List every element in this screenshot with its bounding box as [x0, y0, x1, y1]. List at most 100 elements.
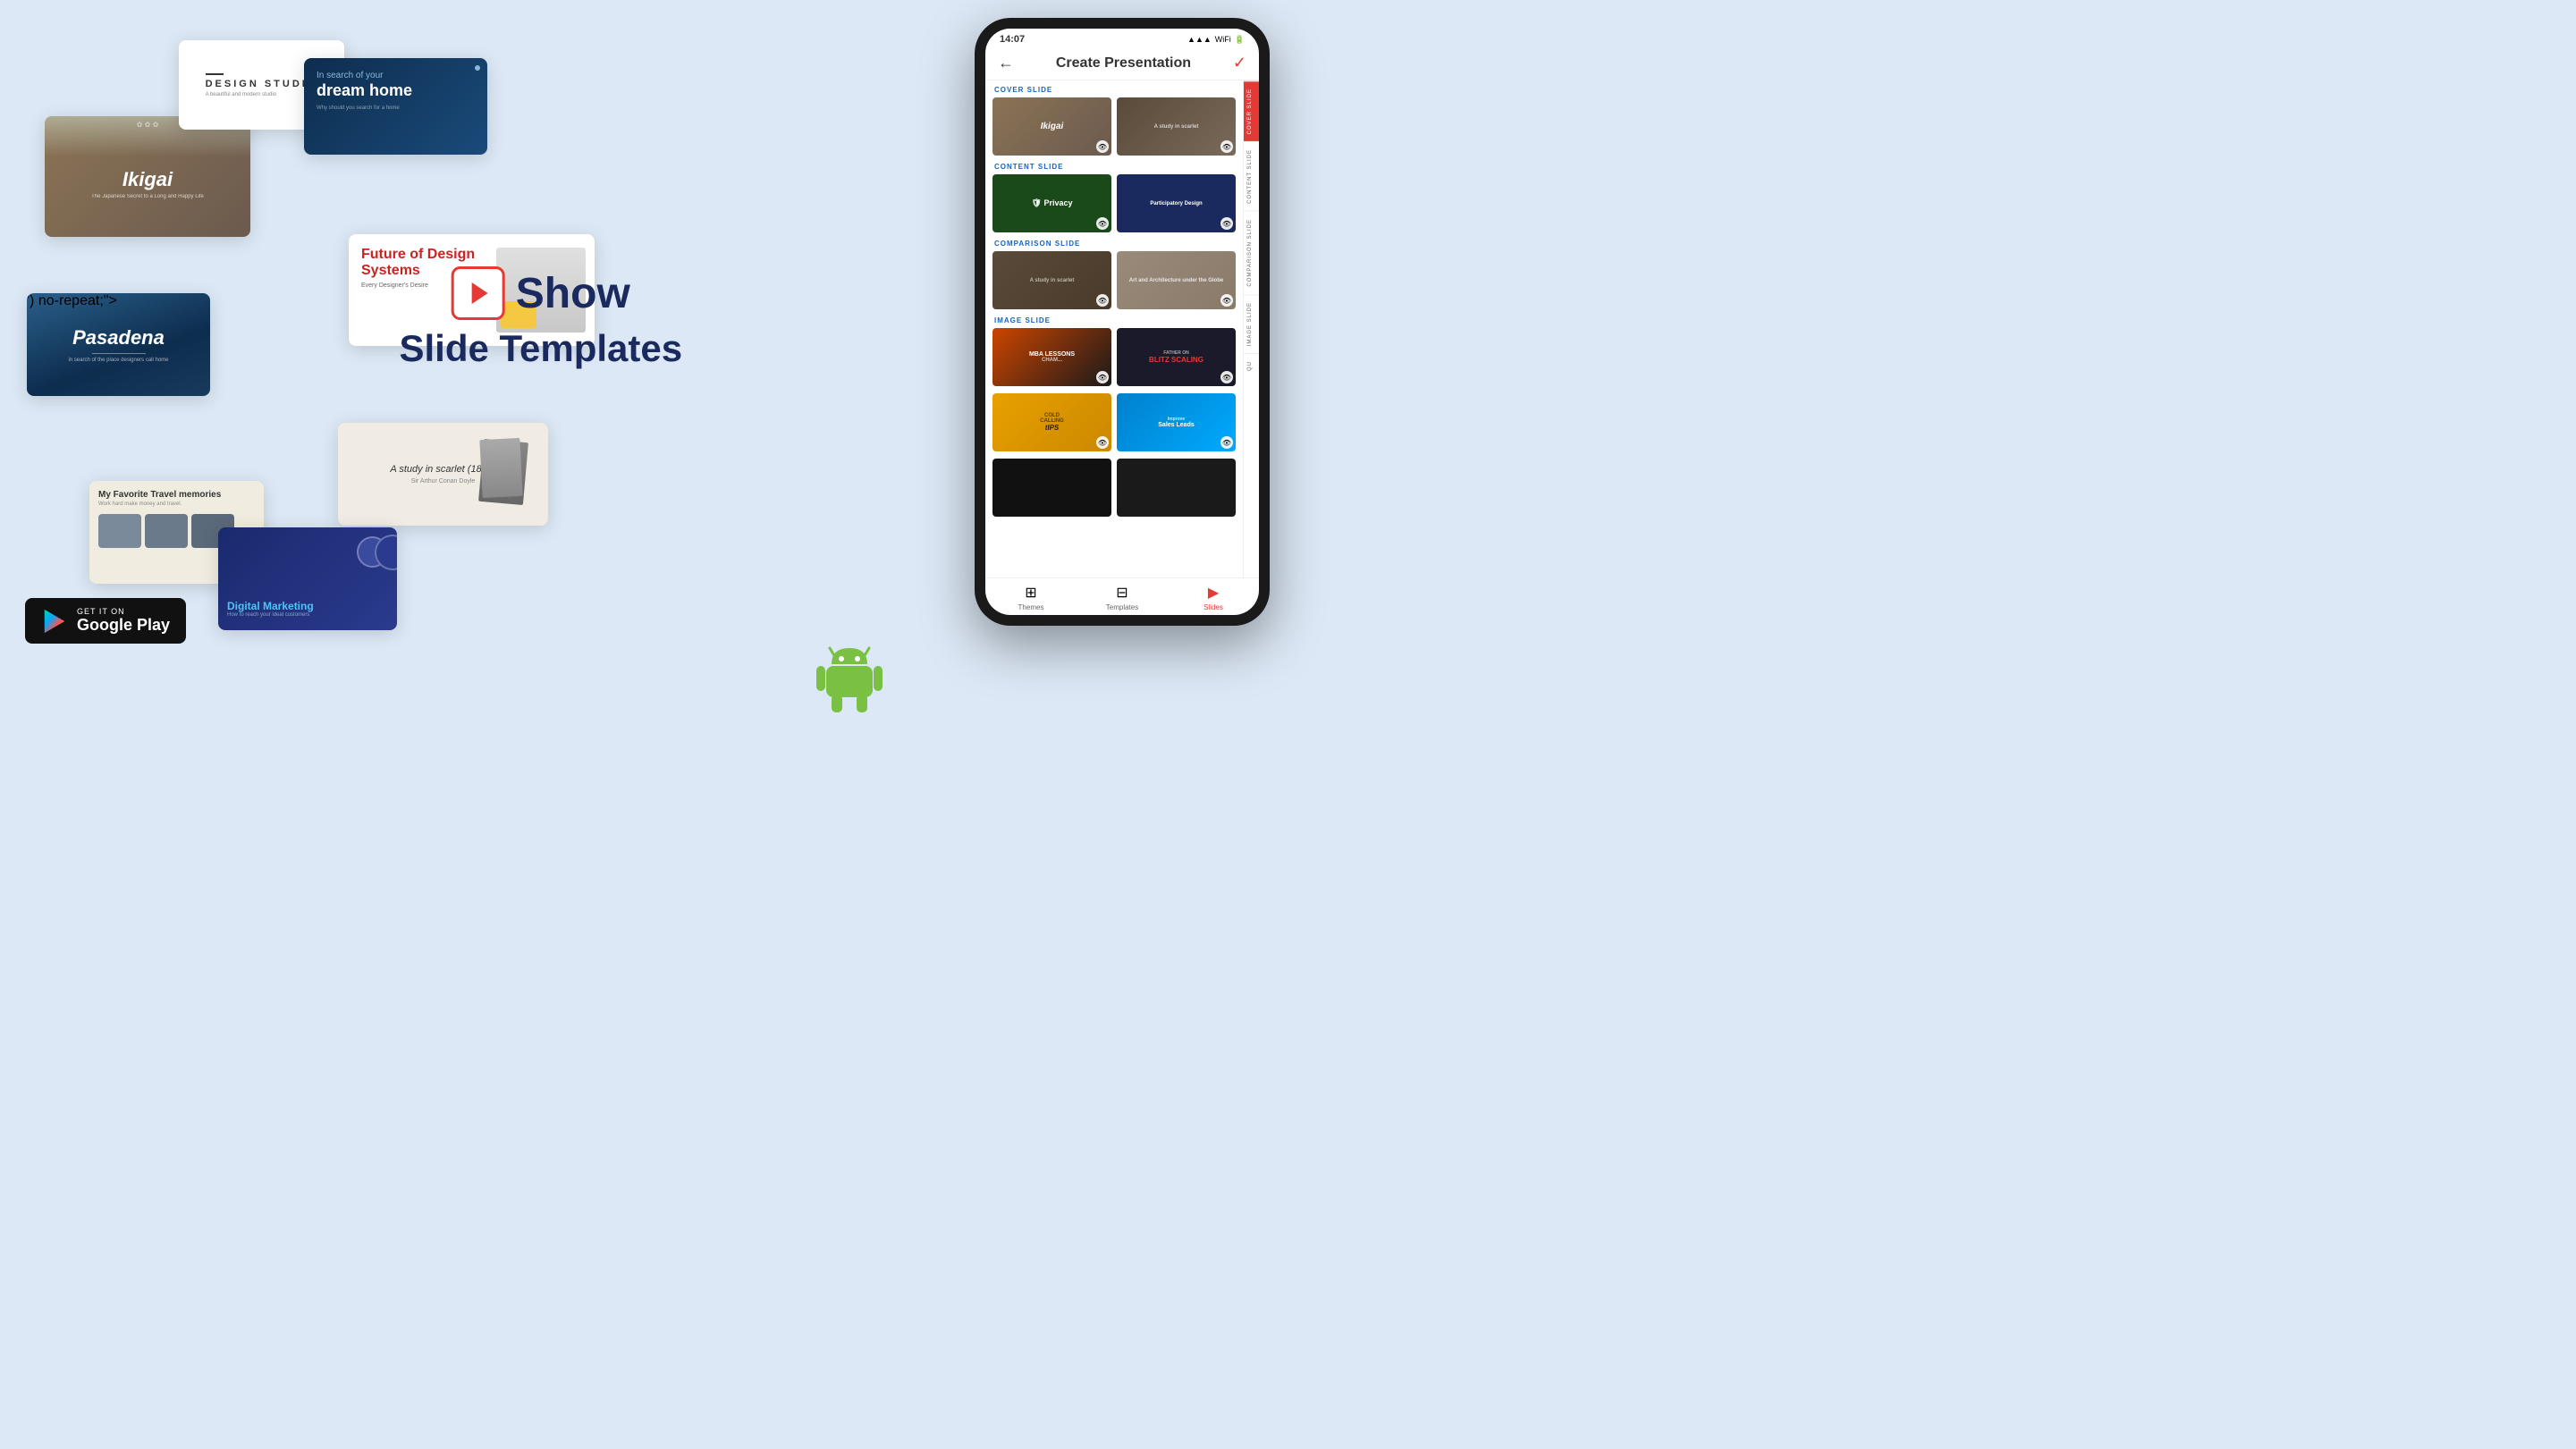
- wifi-icon: WiFi: [1215, 35, 1231, 44]
- logo-subtitle-text: Slide Templates: [399, 327, 682, 370]
- dream-home-sub: Why should you search for a home: [317, 105, 475, 111]
- card-dream-home: In search of your dream home Why should …: [304, 58, 487, 155]
- pasadena-title: Pasadena: [72, 326, 165, 350]
- phone-header: ← Create Presentation ✓: [985, 48, 1259, 80]
- comparison-slide-grid: A study in scarlet 👁 Art and Architectur…: [992, 251, 1236, 309]
- eye-icon-5[interactable]: 👁: [1096, 294, 1109, 307]
- card-scarlet: A study in scarlet (1887) Sir Arthur Con…: [338, 423, 548, 526]
- thumb-privacy-bg: 🛡 Privacy: [992, 174, 1111, 232]
- battery-icon: 🔋: [1235, 35, 1245, 45]
- side-tab-comparison[interactable]: COMPARISON SLIDE: [1244, 211, 1259, 294]
- thumb-ikigai-bg: Ikigai: [992, 97, 1111, 156]
- thumb-dark1-bg: [992, 459, 1111, 517]
- nav-slides[interactable]: ▶ Slides: [1168, 584, 1259, 611]
- dream-home-line1: In search of your: [317, 71, 475, 80]
- eye-icon-3[interactable]: 👁: [1096, 217, 1109, 230]
- status-time: 14:07: [1000, 34, 1025, 45]
- nav-themes[interactable]: ⊞ Themes: [985, 584, 1077, 611]
- google-play-text: GET IT ON Google Play: [77, 607, 170, 635]
- slides-label: Slides: [1204, 603, 1223, 611]
- play-icon: [472, 282, 488, 304]
- eye-icon-7[interactable]: 👁: [1096, 371, 1109, 383]
- header-title: Create Presentation: [1056, 55, 1191, 72]
- pasadena-subtitle: in search of the place designers call ho…: [55, 358, 182, 363]
- eye-icon-10[interactable]: 👁: [1220, 436, 1233, 449]
- ikigai-subtitle: The Japanese Secret to a Long and Happy …: [91, 194, 204, 199]
- thumb-study-bg: A study in scarlet: [1117, 97, 1236, 156]
- digital-marketing-title: Digital Marketing: [227, 600, 314, 612]
- templates-label: Templates: [1106, 603, 1138, 611]
- slide-thumb-sales[interactable]: Improve Sales Leads 👁: [1117, 393, 1236, 451]
- dark-slide-grid: [992, 459, 1236, 517]
- thumb-cold-bg: COLD CALLING tIPS: [992, 393, 1111, 451]
- travel-subtitle: Work hard make money and travel.: [98, 501, 255, 507]
- slide-thumb-participatory[interactable]: Participatory Design 👁: [1117, 174, 1236, 232]
- design-studio-title: DESIGN STUDIO: [206, 79, 318, 89]
- slides-icon: ▶: [1208, 584, 1219, 602]
- phone-mockup: 14:07 ▲▲▲ WiFi 🔋 ← Create Presentation ✓…: [975, 18, 1270, 626]
- center-logo: Show Slide Templates: [399, 266, 682, 370]
- google-play-store-text: Google Play: [77, 616, 170, 635]
- slide-thumb-art[interactable]: Art and Architecture under the Globe 👁: [1117, 251, 1236, 309]
- back-button[interactable]: ←: [998, 54, 1014, 72]
- scarlet-subtitle: Sir Arthur Conan Doyle: [411, 478, 476, 484]
- card-digital-marketing: Digital Marketing How to reach your idea…: [218, 527, 397, 630]
- thumb-books-bg: A study in scarlet: [992, 251, 1111, 309]
- slide-thumb-cold[interactable]: COLD CALLING tIPS 👁: [992, 393, 1111, 451]
- side-tab-content[interactable]: CONTENT SLIDE: [1244, 141, 1259, 211]
- cover-slide-label: COVER SLIDE: [992, 86, 1236, 94]
- slide-panel: COVER SLIDE Ikigai 👁 A study in scarlet …: [985, 80, 1243, 577]
- slide-thumb-ikigai[interactable]: Ikigai 👁: [992, 97, 1111, 156]
- ikigai-title: Ikigai: [91, 168, 204, 191]
- design-studio-subtitle: A beautiful and modern studio: [206, 92, 276, 97]
- eye-icon-6[interactable]: 👁: [1220, 294, 1233, 307]
- themes-icon: ⊞: [1025, 584, 1036, 602]
- side-tab-cover[interactable]: COVER SLIDE: [1244, 80, 1259, 141]
- slide-thumb-books[interactable]: A study in scarlet 👁: [992, 251, 1111, 309]
- side-tabs: COVER SLIDE CONTENT SLIDE COMPARISON SLI…: [1243, 80, 1259, 577]
- eye-icon-8[interactable]: 👁: [1220, 371, 1233, 383]
- slide-thumb-mba[interactable]: MBA LESSONS CHAM... 👁: [992, 328, 1111, 386]
- themes-label: Themes: [1018, 603, 1044, 611]
- thumb-blitz-bg: FATHER ON BLITZ SCALING: [1117, 328, 1236, 386]
- status-bar: 14:07 ▲▲▲ WiFi 🔋: [985, 29, 1259, 48]
- slide-thumb-dark1[interactable]: [992, 459, 1111, 517]
- slide-thumb-study[interactable]: A study in scarlet 👁: [1117, 97, 1236, 156]
- templates-icon: ⊟: [1116, 584, 1128, 602]
- status-icons: ▲▲▲ WiFi 🔋: [1187, 35, 1245, 45]
- content-slide-label: CONTENT SLIDE: [992, 163, 1236, 171]
- logo-show-text: Show: [516, 269, 630, 318]
- side-tab-image[interactable]: IMAGE SLIDE: [1244, 294, 1259, 353]
- side-tab-qu[interactable]: QU: [1244, 353, 1259, 378]
- thumb-sales-bg: Improve Sales Leads: [1117, 393, 1236, 451]
- get-it-on-text: GET IT ON: [77, 607, 170, 616]
- slide-thumb-privacy[interactable]: 🛡 Privacy 👁: [992, 174, 1111, 232]
- slide-thumb-blitz[interactable]: FATHER ON BLITZ SCALING 👁: [1117, 328, 1236, 386]
- logo-icon: [452, 266, 505, 320]
- thumb-mba-bg: MBA LESSONS CHAM...: [992, 328, 1111, 386]
- thumb-participatory-bg: Participatory Design: [1117, 174, 1236, 232]
- bottom-nav: ⊞ Themes ⊟ Templates ▶ Slides: [985, 577, 1259, 615]
- image-slide-label: IMAGE SLIDE: [992, 316, 1236, 324]
- nav-templates[interactable]: ⊟ Templates: [1077, 584, 1168, 611]
- eye-icon-9[interactable]: 👁: [1096, 436, 1109, 449]
- card-ikigai: ✿ ✿ ✿ Ikigai The Japanese Secret to a Lo…: [45, 116, 250, 237]
- thumb-art-bg: Art and Architecture under the Globe: [1117, 251, 1236, 309]
- slide-thumb-dark2[interactable]: [1117, 459, 1236, 517]
- travel-title: My Favorite Travel memories: [98, 490, 255, 500]
- digital-marketing-subtitle: How to reach your ideal customers: [227, 612, 314, 618]
- dream-home-line2: dream home: [317, 82, 475, 100]
- eye-icon-4[interactable]: 👁: [1220, 217, 1233, 230]
- cover-slide-grid: Ikigai 👁 A study in scarlet 👁: [992, 97, 1236, 156]
- google-play-button[interactable]: GET IT ON Google Play: [25, 598, 186, 644]
- content-slide-grid: 🛡 Privacy 👁 Participatory Design 👁: [992, 174, 1236, 232]
- eye-icon-2[interactable]: 👁: [1220, 140, 1233, 153]
- check-button[interactable]: ✓: [1233, 54, 1246, 72]
- cold-tips-grid: COLD CALLING tIPS 👁 Improve Sales Leads: [992, 393, 1236, 451]
- phone-content: COVER SLIDE Ikigai 👁 A study in scarlet …: [985, 80, 1259, 577]
- eye-icon-1[interactable]: 👁: [1096, 140, 1109, 153]
- android-mascot: [814, 639, 885, 715]
- image-slide-grid: MBA LESSONS CHAM... 👁 FATHER ON BLITZ SC…: [992, 328, 1236, 386]
- signal-icon: ▲▲▲: [1187, 35, 1212, 44]
- google-play-icon: [41, 608, 68, 635]
